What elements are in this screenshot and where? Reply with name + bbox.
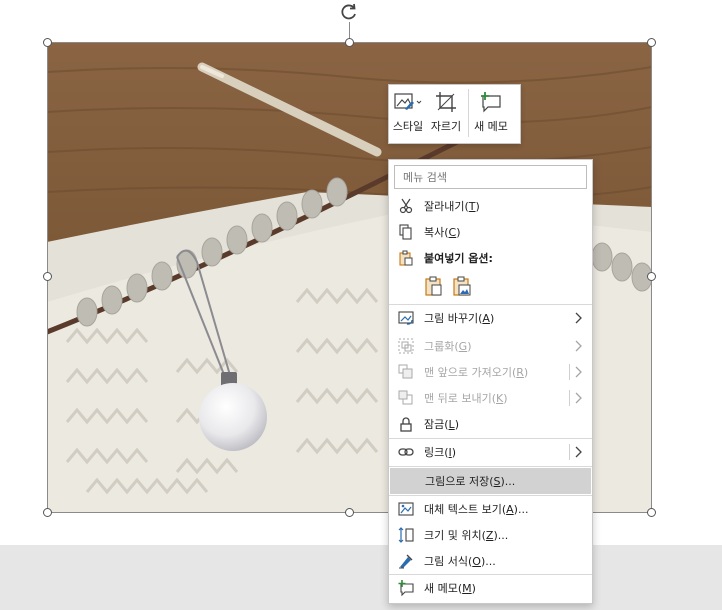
format-picture-icon (398, 553, 414, 569)
menu-item-bring-to-front[interactable]: 맨 앞으로 가져오기(R) (389, 359, 592, 385)
resize-handle-bottom[interactable] (345, 508, 354, 517)
menu-item-save-as-picture[interactable]: 그림으로 저장(S)... (390, 468, 591, 494)
menu-item-label: 그룹화(G) (424, 340, 472, 353)
menu-separator (389, 466, 592, 467)
mini-toolbar: 스타일 자르기 새 메모 (388, 84, 521, 144)
resize-handle-bottom-left[interactable] (43, 508, 52, 517)
menu-item-label: 대체 텍스트 보기(A)... (424, 503, 529, 516)
menu-item-cut[interactable]: 잘라내기(T) (389, 193, 592, 219)
crop-button[interactable]: 자르기 (427, 89, 465, 134)
paste-as-picture-button[interactable] (451, 275, 473, 297)
crop-icon (435, 89, 457, 115)
paste-icon (425, 276, 442, 296)
link-icon (398, 444, 414, 460)
menu-item-send-to-back[interactable]: 맨 뒤로 보내기(K) (389, 385, 592, 411)
menu-item-new-note[interactable]: 새 메모(M) (389, 575, 592, 601)
paste-options-heading: 붙여넣기 옵션: (389, 245, 592, 271)
chevron-right-icon (575, 392, 582, 404)
menu-item-label: 맨 앞으로 가져오기(R) (424, 366, 529, 379)
new-comment-icon (398, 580, 414, 596)
rotate-icon[interactable] (339, 2, 359, 22)
resize-handle-top-left[interactable] (43, 38, 52, 47)
copy-icon (398, 224, 414, 240)
split-separator (569, 444, 570, 460)
menu-item-label: 그림으로 저장(S)... (425, 475, 516, 488)
new-note-label: 새 메모 (474, 120, 508, 133)
context-menu: 잘라내기(T) 복사(C) 붙여넣기 옵션: 그림 바꾸기(A) 그룹화(G) (388, 159, 593, 604)
menu-item-label: 잘라내기(T) (424, 200, 480, 213)
menu-item-copy[interactable]: 복사(C) (389, 219, 592, 245)
menu-item-label: 그림 바꾸기(A) (424, 312, 495, 325)
split-separator (569, 364, 570, 380)
resize-handle-bottom-right[interactable] (647, 508, 656, 517)
paste-picture-icon (453, 276, 471, 296)
menu-item-label: 크기 및 위치(Z)... (424, 529, 509, 542)
resize-handle-top[interactable] (345, 38, 354, 47)
menu-item-label: 복사(C) (424, 226, 461, 239)
menu-item-size-position[interactable]: 크기 및 위치(Z)... (389, 522, 592, 548)
menu-item-label: 맨 뒤로 보내기(K) (424, 392, 508, 405)
chevron-right-icon (575, 340, 582, 352)
menu-item-label: 잠금(L) (424, 418, 459, 431)
bring-to-front-icon (398, 364, 414, 380)
resize-handle-left[interactable] (43, 272, 52, 281)
paste-keep-source-button[interactable] (423, 275, 445, 297)
menu-item-group[interactable]: 그룹화(G) (389, 333, 592, 359)
size-position-icon (398, 527, 414, 543)
new-comment-icon (479, 89, 503, 115)
resize-handle-right[interactable] (647, 272, 656, 281)
menu-item-link[interactable]: 링크(I) (389, 439, 592, 465)
chevron-right-icon (575, 312, 582, 324)
split-separator (569, 390, 570, 406)
menu-item-label: 새 메모(M) (424, 582, 476, 595)
menu-item-alt-text[interactable]: 대체 텍스트 보기(A)... (389, 496, 592, 522)
status-area (0, 545, 722, 610)
toolbar-separator (468, 89, 469, 137)
send-to-back-icon (398, 390, 414, 406)
lock-icon (398, 416, 414, 432)
menu-item-label: 링크(I) (424, 446, 457, 459)
new-note-button[interactable]: 새 메모 (472, 89, 510, 134)
resize-handle-top-right[interactable] (647, 38, 656, 47)
picture-style-icon (393, 89, 423, 115)
menu-search-input[interactable] (394, 165, 587, 189)
style-label: 스타일 (392, 120, 424, 133)
menu-item-change-picture[interactable]: 그림 바꾸기(A) (389, 305, 592, 331)
chevron-right-icon (575, 446, 582, 458)
scissors-icon (398, 198, 414, 214)
change-picture-icon (398, 310, 414, 326)
clipboard-icon (398, 250, 414, 266)
menu-item-format-picture[interactable]: 그림 서식(O)... (389, 548, 592, 574)
menu-item-label: 그림 서식(O)... (424, 555, 496, 568)
crop-label: 자르기 (430, 120, 462, 133)
group-icon (398, 338, 414, 354)
menu-item-lock[interactable]: 잠금(L) (389, 411, 592, 437)
alt-text-icon (398, 501, 414, 517)
chevron-right-icon (575, 366, 582, 378)
style-button[interactable]: 스타일 (389, 89, 427, 134)
